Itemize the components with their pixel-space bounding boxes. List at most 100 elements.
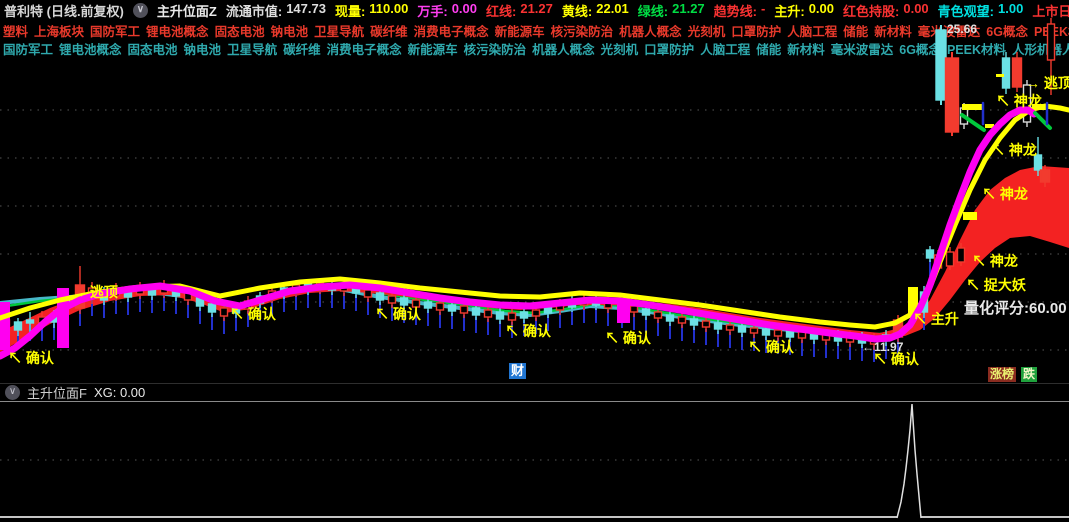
topbar-field: 现量: 110.00 — [335, 1, 408, 20]
tdx-window: 普利特 (日线.前复权) ∨ 主升位面Z 流通市值: 147.73 现量: 110.0… — [0, 0, 1069, 522]
candle-body — [555, 303, 565, 311]
green-ma-line — [0, 285, 934, 336]
candle-body — [363, 289, 373, 298]
fall-board-button[interactable]: 跌 — [1021, 367, 1038, 382]
sector-tag[interactable]: 卫星导航 — [314, 21, 364, 39]
sector-tag[interactable]: 人脑工程 — [700, 39, 750, 57]
indicator-bar — [962, 104, 984, 110]
sector-tag[interactable]: 塑料 — [3, 21, 28, 39]
sector-tag[interactable]: 6G概念 — [899, 39, 941, 57]
yellow-trend-line — [0, 103, 1069, 330]
sector-tag[interactable]: 锂电池概念 — [146, 21, 209, 39]
topbar-field: 主升: 0.00 — [774, 1, 834, 20]
candle-body — [797, 331, 807, 339]
candle-body — [267, 290, 277, 299]
candle-body — [919, 291, 929, 313]
indicator-bar — [0, 302, 10, 350]
candle-body — [61, 295, 71, 307]
sector-tag[interactable]: 光刻机 — [688, 21, 726, 39]
candle-body — [399, 297, 409, 306]
sector-tag[interactable]: 钠电池 — [271, 21, 309, 39]
topbar-field: 万手: 0.00 — [417, 1, 477, 20]
field-label: 绿线: — [637, 3, 669, 19]
watermark-badge: 财 — [509, 363, 526, 379]
candle-body — [74, 284, 86, 309]
topbar-fields: 流通市值: 147.73 现量: 110.00 万手: 0.00 红线: 21.27 黄线: 22… — [226, 1, 1069, 20]
sector-tag[interactable]: 机器人概念 — [532, 39, 595, 57]
sector-tag[interactable]: 上海板块 — [34, 21, 84, 39]
candle-body — [195, 297, 205, 307]
candle-body — [821, 333, 831, 341]
candle-body — [519, 311, 529, 319]
chevron-down-icon[interactable]: ∨ — [5, 385, 20, 400]
sector-tag[interactable]: 新材料 — [787, 39, 825, 57]
indicator-bar — [617, 298, 630, 323]
candle-body — [1011, 57, 1023, 88]
candle-body — [315, 282, 325, 290]
sector-tag[interactable]: 储能 — [756, 39, 781, 57]
sector-tag[interactable]: 固态电池 — [215, 21, 265, 39]
red-trend-band — [0, 166, 1069, 352]
topbar-field: 红色持股: 0.00 — [843, 1, 929, 20]
sector-tag[interactable]: 锂电池概念 — [59, 39, 122, 57]
candle-body — [944, 57, 960, 133]
main-indicator-name[interactable]: 主升位面Z — [157, 1, 217, 20]
sector-tag[interactable]: 光刻机 — [601, 39, 639, 57]
candle-body — [159, 285, 169, 294]
sector-tag[interactable]: 口罩防护 — [644, 39, 694, 57]
sector-tag[interactable]: 核污染防治 — [551, 21, 614, 39]
sector-tag[interactable]: 人形机器人 — [1012, 39, 1069, 57]
sector-tag[interactable]: 核污染防治 — [464, 39, 527, 57]
sector-tag[interactable]: 新能源车 — [495, 21, 545, 39]
sector-tag[interactable]: 碳纤维 — [283, 39, 321, 57]
candle-body — [892, 319, 904, 338]
candle-body — [785, 330, 795, 338]
panel2-indicator-name[interactable]: 主升位面F — [27, 383, 87, 402]
candle-body — [495, 311, 505, 320]
candle-body — [725, 324, 735, 331]
sector-tag[interactable]: 毫米波雷达 — [831, 39, 894, 57]
sector-tag[interactable]: 消费电子概念 — [414, 21, 489, 39]
sector-tags-row1: 塑料 上海板块 国防军工 锂电池概念 固态电池 钠电池 卫星导航 碳纤维 消费电子概念 新能源车核… — [3, 21, 1069, 39]
sector-tag[interactable]: 国防军工 — [3, 39, 53, 57]
stock-name[interactable]: 普利特 (日线.前复权) — [4, 1, 124, 20]
sector-tag[interactable]: 6G概念 — [986, 21, 1028, 39]
candle-body — [1, 319, 11, 335]
candle-body — [25, 319, 35, 324]
rise-board-button[interactable]: 涨榜 — [988, 367, 1017, 382]
sector-tag[interactable]: 口罩防护 — [731, 21, 781, 39]
signal-annotation: ↖ 神龙 — [996, 93, 1042, 109]
sector-tag[interactable]: 卫星导航 — [227, 39, 277, 57]
sector-tag[interactable]: 钠电池 — [184, 39, 222, 57]
candle-body — [291, 284, 301, 293]
sector-tag[interactable]: 毫米波雷达 — [918, 21, 981, 39]
indicator-segment — [1033, 111, 1052, 130]
chevron-down-icon[interactable]: ∨ — [132, 2, 148, 18]
candle-body — [603, 300, 613, 309]
sector-tag[interactable]: 新材料 — [874, 21, 912, 39]
field-value: 22.01 — [596, 0, 629, 16]
sector-tag[interactable]: 新能源车 — [408, 39, 458, 57]
sector-tag[interactable]: 消费电子概念 — [327, 39, 402, 57]
candle-body — [87, 287, 97, 299]
candle-body — [1033, 154, 1043, 171]
candle-body — [375, 292, 385, 301]
sector-tag[interactable]: 机器人概念 — [619, 21, 682, 39]
sector-tag[interactable]: 人脑工程 — [787, 21, 837, 39]
chart-canvas: → 逃顶 ↖ 确认 ↖ 确认 ↖ 确认 ↖ 确认 ↖ 确认 ↖ 确认 ↖ 确认 ↖ 主升 ↖ 捉大… — [0, 18, 1069, 519]
candle-body — [857, 336, 867, 344]
panel2-header: ∨ 主升位面F XG: 0.00 — [0, 383, 1069, 402]
candle-body — [1039, 169, 1051, 183]
sector-tag[interactable]: PEEK材料 — [1034, 21, 1069, 39]
sector-tag[interactable]: 碳纤维 — [370, 21, 408, 39]
sector-tag[interactable]: 国防军工 — [90, 21, 140, 39]
signal-annotation: ↖ 神龙 — [972, 253, 1018, 269]
sector-tag[interactable]: 固态电池 — [128, 39, 178, 57]
sector-tag[interactable]: 储能 — [843, 21, 868, 39]
signal-annotation: ↖ 神龙 — [982, 186, 1028, 202]
field-label: 红线: — [486, 3, 517, 19]
signal-annotation: ↖ 确认 — [505, 323, 552, 339]
sector-tag[interactable]: PEEK材料 — [947, 39, 1006, 57]
field-value: 21.27 — [672, 0, 705, 16]
candle-body — [833, 334, 843, 342]
